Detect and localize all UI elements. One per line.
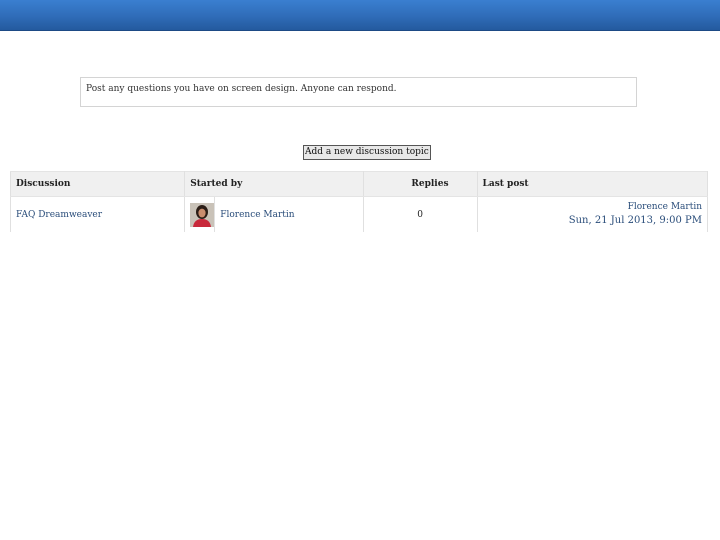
forum-intro-box: Post any questions you have on screen de… bbox=[80, 77, 637, 107]
header-discussion[interactable]: Discussion bbox=[9, 171, 186, 197]
last-post-date-link[interactable]: Sun, 21 Jul 2013, 9:00 PM bbox=[569, 215, 702, 226]
user-avatar-icon bbox=[190, 202, 215, 227]
header-last-post[interactable]: Last post bbox=[476, 171, 709, 197]
replies-cell: 0 bbox=[362, 196, 478, 232]
starter-name-cell: Florence Martin bbox=[214, 196, 364, 232]
add-discussion-topic-button[interactable]: Add a new discussion topic bbox=[303, 145, 431, 160]
discussion-cell: FAQ Dreamweaver bbox=[9, 196, 186, 232]
discussion-table: Discussion Started by Replies Last post … bbox=[9, 171, 709, 232]
last-post-cell: Florence Martin Sun, 21 Jul 2013, 9:00 P… bbox=[476, 196, 709, 232]
table-row: FAQ Dreamweaver Florence Martin 0 Floren… bbox=[9, 196, 709, 232]
starter-avatar-cell bbox=[184, 196, 216, 232]
forum-intro-text: Post any questions you have on screen de… bbox=[86, 84, 397, 94]
top-banner bbox=[0, 0, 720, 31]
starter-name-link[interactable]: Florence Martin bbox=[220, 210, 294, 220]
table-header-row: Discussion Started by Replies Last post bbox=[9, 171, 709, 197]
last-post-author-link[interactable]: Florence Martin bbox=[628, 202, 702, 212]
header-replies[interactable]: Replies bbox=[362, 171, 478, 197]
discussion-link[interactable]: FAQ Dreamweaver bbox=[16, 210, 102, 220]
avatar[interactable] bbox=[190, 202, 215, 227]
header-started-by[interactable]: Started by bbox=[184, 171, 364, 197]
replies-count: 0 bbox=[417, 209, 423, 220]
